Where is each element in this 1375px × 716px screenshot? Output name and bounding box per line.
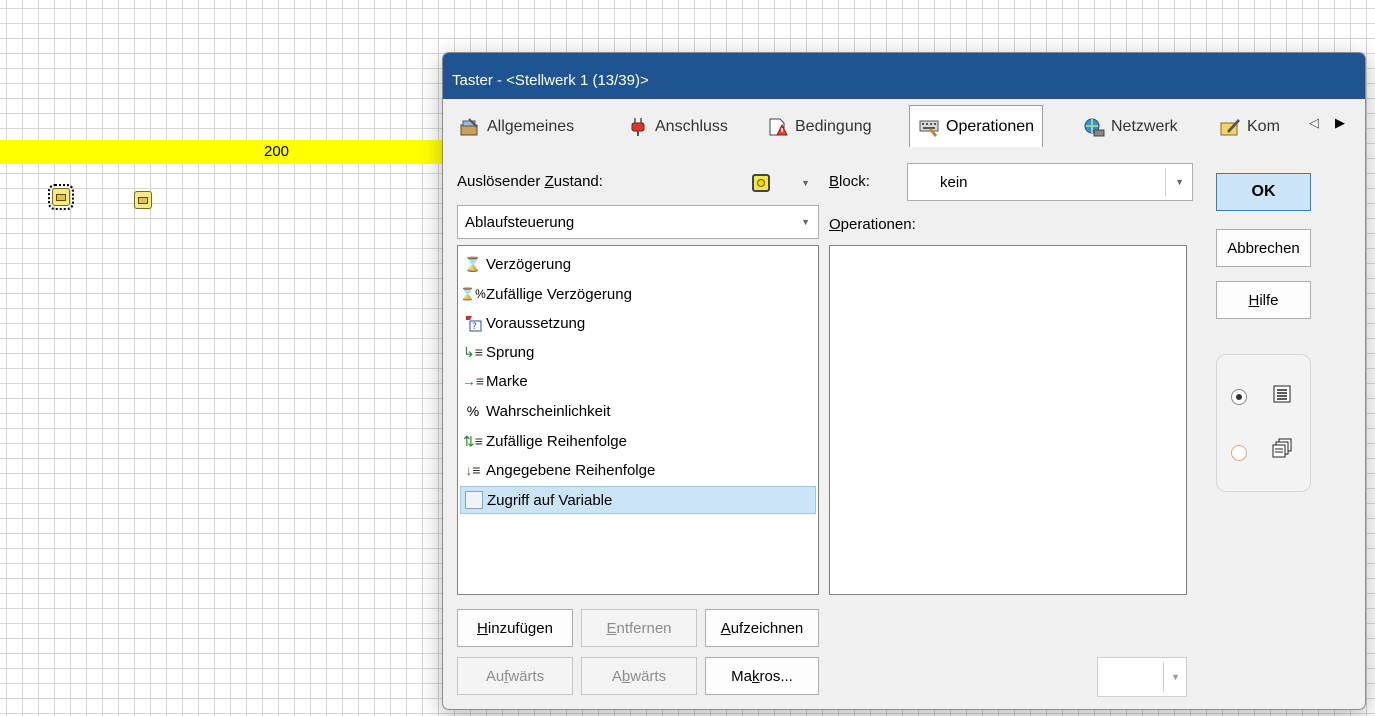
- list-item[interactable]: % Wahrscheinlichkeit: [460, 397, 816, 425]
- tab-bedingung[interactable]: Bedingung: [763, 108, 872, 145]
- cascade-view-icon: [1271, 437, 1293, 459]
- hourglass-icon: ⌛: [464, 255, 482, 272]
- chevron-down-icon: ▼: [1171, 672, 1180, 682]
- taster-dialog: Taster - <Stellwerk 1 (13/39)> Allgemein…: [442, 52, 1366, 710]
- tab-strip: Allgemeines Anschluss Bedingung Operatio…: [443, 99, 1365, 147]
- block-select[interactable]: kein ▼: [907, 163, 1193, 201]
- help-button[interactable]: Hilfe: [1216, 281, 1311, 319]
- category-value: Ablaufsteuerung: [465, 213, 575, 231]
- list-item[interactable]: ⌛% Zufällige Verzögerung: [460, 280, 816, 308]
- condition-icon: [767, 117, 789, 137]
- marker-icon: → ≡: [461, 373, 485, 389]
- block-label: Block:: [829, 173, 870, 190]
- tab-label: Operationen: [946, 117, 1035, 135]
- trigger-state-icon: [752, 174, 770, 192]
- move-down-button[interactable]: Ab wärts: [581, 657, 697, 695]
- given-order-icon: ↓ ≡: [465, 462, 481, 478]
- tab-label: Netzwerk: [1111, 117, 1178, 135]
- extra-select[interactable]: ▼: [1097, 657, 1187, 697]
- comment-icon: [1219, 117, 1241, 137]
- toolbox-icon: [459, 117, 481, 137]
- chevron-down-icon: ▼: [801, 178, 810, 188]
- ok-button[interactable]: OK: [1216, 173, 1311, 211]
- jump-icon: ↳ ≡: [463, 343, 483, 361]
- random-order-icon: ⇅ ≡: [463, 432, 483, 450]
- button-element[interactable]: [134, 191, 152, 209]
- track-label: 200: [264, 143, 290, 160]
- view-mode-group: [1216, 354, 1311, 492]
- tab-scroll-right[interactable]: ▶: [1335, 115, 1345, 131]
- svg-text:?: ?: [472, 322, 477, 332]
- dialog-titlebar[interactable]: Taster - <Stellwerk 1 (13/39)>: [443, 53, 1365, 99]
- list-item[interactable]: ↓ ≡ Angegebene Reihenfolge: [460, 456, 816, 484]
- operations-icon: [918, 117, 940, 137]
- tab-operationen[interactable]: Operationen: [909, 105, 1044, 147]
- block-value: kein: [940, 173, 968, 191]
- list-view-icon: [1271, 383, 1293, 405]
- random-delay-icon: ⌛%: [460, 287, 486, 301]
- list-item[interactable]: → ≡ Marke: [460, 367, 816, 395]
- list-item[interactable]: ⇅ ≡ Zufällige Reihenfolge: [460, 427, 816, 455]
- tab-label: Bedingung: [795, 117, 872, 135]
- operations-list[interactable]: [829, 245, 1187, 595]
- tab-label: Allgemeines: [487, 117, 575, 135]
- tab-label: Anschluss: [655, 117, 728, 135]
- percent-icon: %: [466, 403, 480, 419]
- add-button[interactable]: Hinzufügen: [457, 609, 573, 647]
- operations-label: Operationen:: [829, 216, 916, 233]
- macros-button[interactable]: Ma k ros...: [705, 657, 819, 695]
- prerequisite-icon: ?: [463, 313, 483, 333]
- network-icon: [1083, 117, 1105, 137]
- dialog-title: Taster - <Stellwerk 1 (13/39)>: [452, 72, 649, 89]
- available-operations-list[interactable]: ⌛ Verzögerung ⌛% Zufällige Verzögerung ?…: [457, 245, 819, 595]
- chevron-down-icon: ▼: [1175, 177, 1184, 187]
- remove-button[interactable]: Entfernen: [581, 609, 697, 647]
- list-item[interactable]: ↳ ≡ Sprung: [460, 338, 816, 366]
- plug-icon: [627, 117, 649, 137]
- view-list-radio[interactable]: [1231, 389, 1247, 405]
- view-tree-radio[interactable]: [1231, 445, 1247, 461]
- list-item-selected[interactable]: Zugriff auf Variable: [460, 486, 816, 514]
- trigger-state-label: Auslösender Zustand:: [457, 173, 603, 190]
- selected-button-element[interactable]: [48, 184, 74, 210]
- cancel-button[interactable]: Abbrechen: [1216, 229, 1311, 267]
- tab-allgemeines[interactable]: Allgemeines: [455, 108, 574, 145]
- category-select[interactable]: Ablaufsteuerung ▼: [457, 205, 819, 239]
- variable-icon: [464, 490, 484, 510]
- list-item[interactable]: ⌛ Verzögerung: [460, 250, 816, 278]
- trigger-state-select[interactable]: ▼: [741, 165, 819, 201]
- tab-netzwerk[interactable]: Netzwerk: [1079, 108, 1178, 145]
- track-bar[interactable]: [0, 140, 450, 164]
- tab-anschluss[interactable]: Anschluss: [623, 108, 728, 145]
- record-button[interactable]: Aufzeichnen: [705, 609, 819, 647]
- chevron-down-icon: ▼: [801, 217, 810, 227]
- move-up-button[interactable]: Au f wärts: [457, 657, 573, 695]
- list-item[interactable]: ? Voraussetzung: [460, 309, 816, 337]
- tab-scroll-left[interactable]: ◁: [1309, 115, 1319, 131]
- tab-kommentar[interactable]: Kom: [1215, 108, 1280, 145]
- tab-label: Kom: [1247, 117, 1280, 135]
